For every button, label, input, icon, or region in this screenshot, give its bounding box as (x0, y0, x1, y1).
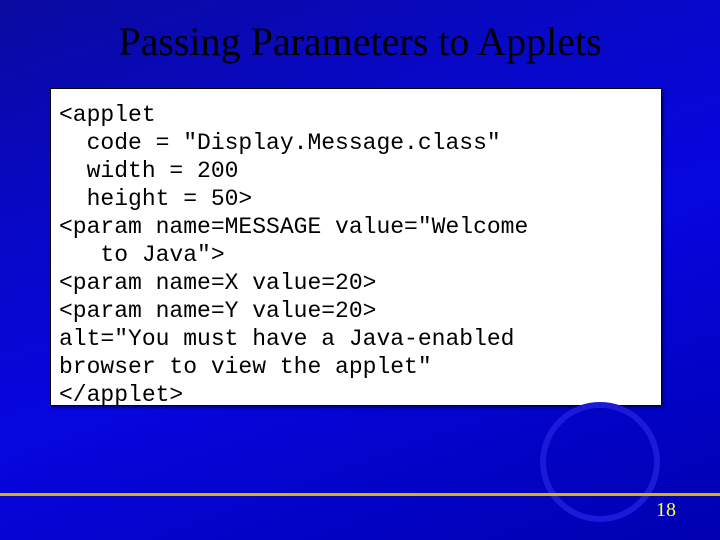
page-number: 18 (656, 499, 676, 522)
slide-title: Passing Parameters to Applets (0, 18, 720, 65)
divider-rule (0, 493, 720, 496)
decorative-circle-icon (540, 402, 660, 522)
code-box: <applet code = "Display.Message.class" w… (50, 88, 662, 406)
code-content: <applet code = "Display.Message.class" w… (59, 101, 653, 410)
slide: Passing Parameters to Applets <applet co… (0, 0, 720, 540)
